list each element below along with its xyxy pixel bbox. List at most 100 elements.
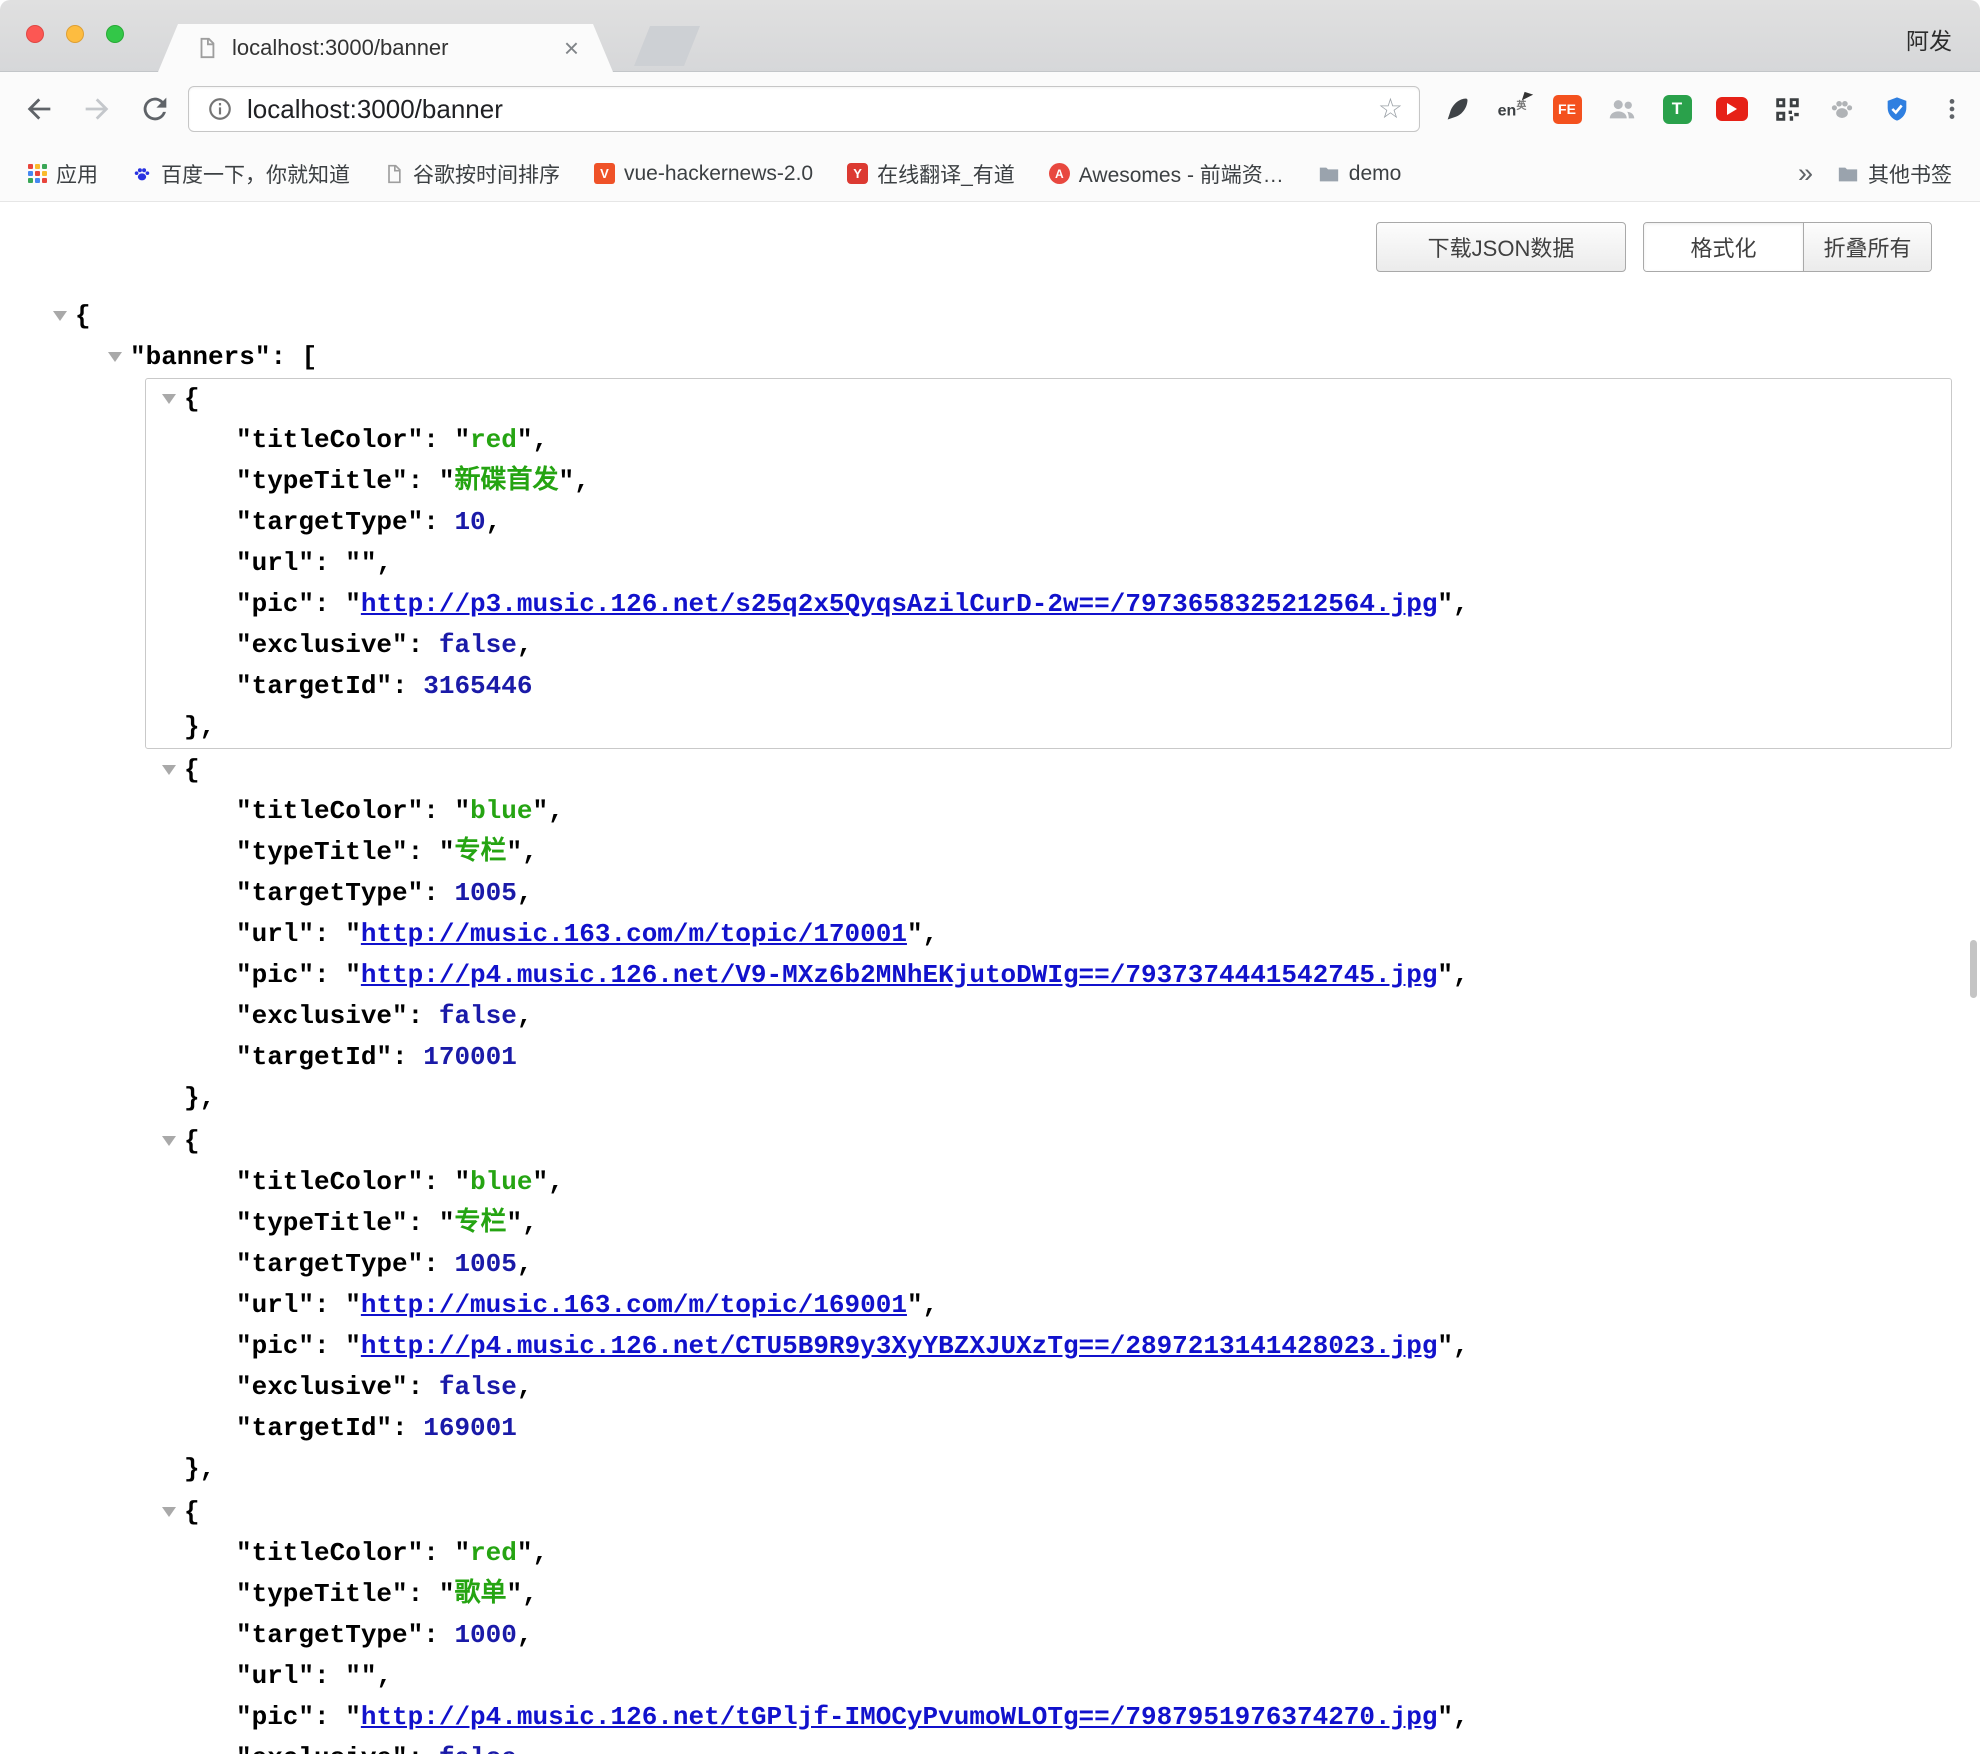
json-link-value[interactable]: http://p4.music.126.net/V9-MXz6b2MNhEKju… <box>361 960 1438 990</box>
json-key: "pic" <box>236 1331 314 1361</box>
reload-button[interactable] <box>138 92 172 126</box>
folder-icon <box>1837 163 1859 185</box>
tab-close-icon[interactable]: × <box>564 35 579 61</box>
json-number-value: 3165446 <box>423 671 532 701</box>
json-link-value[interactable]: http://music.163.com/m/topic/169001 <box>361 1290 907 1320</box>
json-line: "targetId": 169001 <box>146 1408 1951 1449</box>
json-link-value[interactable]: http://p4.music.126.net/CTU5B9R9y3XyYBZX… <box>361 1331 1438 1361</box>
window-maximize-button[interactable] <box>106 25 124 43</box>
bookmark-demo-folder[interactable]: demo <box>1318 162 1402 186</box>
collapse-triangle-icon[interactable] <box>162 394 176 404</box>
json-line: "exclusive": false, <box>146 625 1951 666</box>
json-link-value[interactable]: http://music.163.com/m/topic/170001 <box>361 919 907 949</box>
page-icon <box>384 164 404 184</box>
json-line: "typeTitle": "专栏", <box>146 1203 1951 1244</box>
json-punctuation: , <box>517 1249 533 1279</box>
collapse-triangle-icon[interactable] <box>162 1136 176 1146</box>
youtube-extension-icon[interactable] <box>1716 93 1748 125</box>
json-punctuation: " <box>439 1208 455 1238</box>
apps-grid-icon <box>28 164 47 183</box>
qr-code-extension-icon[interactable] <box>1771 93 1803 125</box>
collapse-triangle-icon[interactable] <box>162 765 176 775</box>
format-button[interactable]: 格式化 <box>1644 223 1803 271</box>
forward-button[interactable] <box>80 92 114 126</box>
json-line: "titleColor": "blue", <box>146 1162 1951 1203</box>
collapse-triangle-icon[interactable] <box>108 352 122 362</box>
other-bookmarks-folder[interactable]: 其他书签 <box>1837 159 1952 189</box>
bookmark-label: 其他书签 <box>1868 159 1952 189</box>
browser-tab[interactable]: localhost:3000/banner × <box>158 24 613 72</box>
page-info-icon[interactable] <box>207 96 233 122</box>
bookmark-label: 百度一下，你就知道 <box>161 159 350 189</box>
back-button[interactable] <box>22 92 56 126</box>
shield-extension-icon[interactable] <box>1881 93 1913 125</box>
json-punctuation: ", <box>506 837 537 867</box>
bookmark-awesomes[interactable]: A Awesomes - 前端资… <box>1049 159 1284 189</box>
json-punctuation: " <box>454 425 470 455</box>
json-punctuation: : <box>314 919 345 949</box>
json-punctuation: : <box>408 630 439 660</box>
json-punctuation: " <box>439 466 455 496</box>
json-punctuation: }, <box>184 712 215 742</box>
json-key: "targetType" <box>236 878 423 908</box>
json-punctuation: " <box>439 837 455 867</box>
json-object-block: {"titleColor": "blue","typeTitle": "专栏",… <box>145 1120 1952 1491</box>
bookmark-apps[interactable]: 应用 <box>28 159 98 189</box>
bookmark-label: demo <box>1349 162 1402 186</box>
json-object-block: {"titleColor": "blue","typeTitle": "专栏",… <box>145 749 1952 1120</box>
bookmark-youdao[interactable]: Y 在线翻译_有道 <box>847 159 1015 189</box>
collapse-triangle-icon[interactable] <box>53 311 67 321</box>
json-punctuation: " <box>454 1167 470 1197</box>
bookmark-baidu[interactable]: 百度一下，你就知道 <box>132 159 350 189</box>
json-key: "targetType" <box>236 1620 423 1650</box>
address-bar[interactable]: localhost:3000/banner ☆ <box>188 86 1420 132</box>
json-key: "typeTitle" <box>236 837 408 867</box>
json-punctuation: ", <box>1437 1702 1468 1732</box>
bookmark-vue-hackernews[interactable]: V vue-hackernews-2.0 <box>594 162 813 186</box>
browser-menu-button[interactable] <box>1936 93 1968 125</box>
json-punctuation: " <box>454 1538 470 1568</box>
dictionary-extension-icon[interactable]: en英 <box>1496 93 1528 125</box>
people-extension-icon[interactable] <box>1606 93 1638 125</box>
green-icon-label: T <box>1663 95 1692 124</box>
bookmark-star-icon[interactable]: ☆ <box>1378 95 1403 123</box>
bookmark-google-sort[interactable]: 谷歌按时间排序 <box>384 159 560 189</box>
json-punctuation: : <box>392 671 423 701</box>
json-key: "typeTitle" <box>236 466 408 496</box>
window-close-button[interactable] <box>26 25 44 43</box>
bookmarks-overflow-chevron[interactable]: » <box>1798 160 1813 187</box>
url-text: localhost:3000/banner <box>247 94 1378 125</box>
green-extension-icon[interactable]: T <box>1661 93 1693 125</box>
json-punctuation: " <box>345 960 361 990</box>
json-line: "exclusive": false, <box>146 1738 1951 1754</box>
json-number-value: 169001 <box>423 1413 517 1443</box>
json-number-value: 1000 <box>454 1620 516 1650</box>
json-punctuation: : <box>408 1579 439 1609</box>
profile-name[interactable]: 阿发 <box>1906 22 1952 56</box>
json-link-value[interactable]: http://p4.music.126.net/tGPljf-IMOCyPvum… <box>361 1702 1438 1732</box>
json-punctuation: { <box>184 1497 200 1527</box>
page-content: 下载JSON数据 格式化 折叠所有 {"banners": [{"titleCo… <box>0 202 1980 1754</box>
json-punctuation: : <box>314 1661 345 1691</box>
collapse-triangle-icon[interactable] <box>162 1507 176 1517</box>
json-key: "url" <box>236 919 314 949</box>
new-tab-button[interactable] <box>634 26 700 66</box>
json-link-value[interactable]: http://p3.music.126.net/s25q2x5QyqsAzilC… <box>361 589 1438 619</box>
scrollbar-thumb[interactable] <box>1970 940 1977 998</box>
download-json-button[interactable]: 下载JSON数据 <box>1376 222 1626 272</box>
json-punctuation: " <box>345 919 361 949</box>
json-number-value: false <box>439 1001 517 1031</box>
json-punctuation: : <box>423 507 454 537</box>
quill-extension-icon[interactable] <box>1441 93 1473 125</box>
json-punctuation: " <box>345 1290 361 1320</box>
json-punctuation: ", <box>532 1167 563 1197</box>
json-punctuation: " <box>345 548 361 578</box>
json-punctuation: : <box>408 837 439 867</box>
fe-extension-icon[interactable]: FE <box>1551 93 1583 125</box>
collapse-all-button[interactable]: 折叠所有 <box>1803 223 1931 271</box>
json-key: "exclusive" <box>236 1001 408 1031</box>
json-punctuation: : <box>423 1249 454 1279</box>
paw-extension-icon[interactable] <box>1826 93 1858 125</box>
window-minimize-button[interactable] <box>66 25 84 43</box>
json-line: "titleColor": "red", <box>146 420 1951 461</box>
